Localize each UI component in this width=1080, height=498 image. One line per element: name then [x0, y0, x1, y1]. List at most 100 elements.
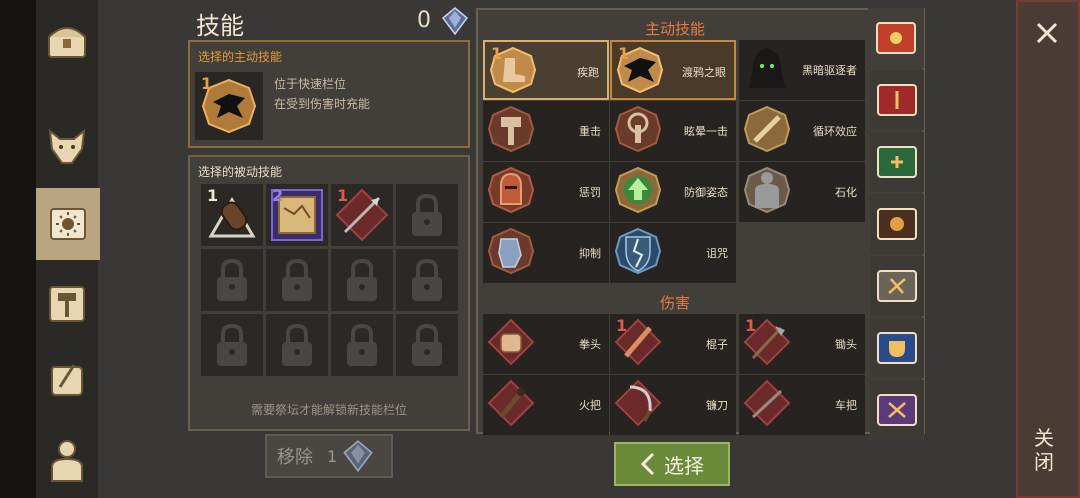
passive-slot[interactable]: 1 — [331, 184, 393, 246]
gauntlet-icon — [487, 227, 535, 275]
skill-heavy-strike[interactable]: 重击 — [483, 101, 609, 161]
nav-chest[interactable] — [36, 4, 98, 76]
chevron-left-icon — [640, 452, 655, 476]
page-title: 技能 — [196, 12, 244, 40]
handlebar-icon — [743, 379, 791, 427]
skill-label: 循环效应 — [813, 125, 857, 138]
selected-active-skill-panel: 选择的主动技能 1 位于快速栏位 在受到伤害时充能 — [188, 40, 470, 148]
selected-passive-skills-panel: 选择的被动技能 1 2 1 需要祭坛才能解锁新技能栏位 — [188, 155, 470, 431]
passive-slot[interactable]: 1 — [201, 184, 263, 246]
tab-skill-book-red[interactable] — [870, 70, 924, 130]
skill-hoe[interactable]: 1 锄头 — [739, 314, 865, 374]
locked-slot — [331, 314, 393, 376]
theater-mask-book-icon — [877, 332, 917, 364]
skill-torch[interactable]: 火把 — [483, 375, 609, 435]
cross-book-icon — [877, 146, 917, 178]
nav-wolf[interactable] — [36, 110, 98, 182]
tab-skill-book-purple[interactable] — [870, 380, 924, 440]
skill-punish[interactable]: 惩罚 — [483, 162, 609, 222]
skill-label: 防御姿态 — [684, 186, 728, 199]
left-edge — [0, 0, 36, 498]
tab-skill-book-blue[interactable] — [870, 318, 924, 378]
lock-icon — [217, 258, 247, 301]
remove-count: 1 — [327, 446, 338, 466]
category-nav — [36, 0, 100, 498]
active-slot-number: 1 — [201, 74, 213, 93]
close-label[interactable]: 关闭 — [1034, 426, 1058, 474]
skill-number: 1 — [616, 316, 628, 335]
skill-sickle[interactable]: 镰刀 — [610, 375, 736, 435]
skill-handlebar[interactable]: 车把 — [739, 375, 865, 435]
skill-label: 火把 — [579, 399, 601, 412]
torch-icon — [487, 379, 535, 427]
skill-cycle-effect[interactable]: 循环效应 — [739, 101, 865, 161]
sword-book-icon — [877, 84, 917, 116]
locked-slot — [201, 314, 263, 376]
skill-fist[interactable]: 拳头 — [483, 314, 609, 374]
locked-slot — [331, 249, 393, 311]
select-button[interactable]: 选择 — [614, 442, 730, 486]
crystal-gem-icon — [343, 440, 373, 473]
skill-sprint[interactable]: 1 疾跑 — [483, 40, 609, 100]
lock-icon — [347, 323, 377, 366]
passive-slot-number: 2 — [272, 186, 284, 205]
tab-skill-book-gray[interactable] — [870, 256, 924, 316]
skill-suppress[interactable]: 抑制 — [483, 223, 609, 283]
close-column[interactable] — [1016, 0, 1080, 498]
sun-book-icon — [876, 22, 916, 54]
active-skills-title: 主动技能 — [644, 20, 705, 38]
character-icon — [51, 440, 83, 482]
remove-button[interactable]: 移除 1 — [265, 434, 393, 478]
green-arrow-up-icon — [614, 166, 662, 214]
locked-slot — [201, 249, 263, 311]
skill-stun-strike[interactable]: 眩晕一击 — [610, 101, 736, 161]
chest-icon — [48, 27, 86, 58]
tab-skill-book-brown[interactable] — [870, 194, 924, 254]
close-icon[interactable] — [1030, 16, 1064, 50]
hammer-icon — [49, 286, 85, 322]
scroll-quill-icon — [51, 364, 83, 396]
select-label: 选择 — [664, 453, 704, 478]
locked-slot — [396, 314, 458, 376]
nav-skills[interactable] — [36, 188, 100, 260]
skill-defense-stance[interactable]: 防御姿态 — [610, 162, 736, 222]
skill-dark-banisher[interactable]: 黑暗驱逐者 — [739, 40, 865, 100]
skill-club[interactable]: 1 棍子 — [610, 314, 736, 374]
knight-helmet-icon — [487, 166, 535, 214]
skill-number: 1 — [745, 316, 757, 335]
stone-figure-icon — [743, 166, 791, 214]
crystal-gem-icon — [441, 7, 469, 36]
skill-label: 抑制 — [579, 247, 601, 260]
skill-label: 眩晕一击 — [684, 125, 728, 138]
skill-catalog: 主动技能 1 疾跑 1 渡鸦之眼 黑暗驱逐者 重击 眩晕一击 循环效应 惩罚 防… — [476, 8, 925, 435]
skill-label: 棍子 — [706, 338, 728, 351]
shield-crack-icon — [614, 227, 662, 275]
skill-raven-eye[interactable]: 1 渡鸦之眼 — [610, 40, 736, 100]
locked-slot — [396, 249, 458, 311]
passive-slot[interactable]: 2 — [266, 184, 328, 246]
locked-slot — [266, 249, 328, 311]
nav-craft[interactable] — [36, 268, 98, 340]
lock-icon — [412, 193, 442, 236]
unlock-note: 需要祭坛才能解锁新技能栏位 — [250, 403, 407, 417]
active-skill-slot[interactable]: 1 — [195, 72, 263, 140]
skill-book-icon — [50, 208, 86, 240]
nav-scroll[interactable] — [36, 344, 98, 416]
active-line-1: 位于快速栏位 — [274, 77, 347, 91]
mask-book-icon — [877, 208, 917, 240]
skill-number: 1 — [618, 44, 630, 63]
lock-icon — [347, 258, 377, 301]
locked-slot — [396, 184, 458, 246]
nav-character[interactable] — [36, 424, 98, 496]
passive-slot-number: 1 — [337, 186, 349, 205]
arrows-book-icon — [877, 394, 917, 426]
skill-label: 诅咒 — [706, 247, 728, 260]
active-panel-title: 选择的主动技能 — [198, 50, 283, 64]
tab-skill-book-green[interactable] — [870, 132, 924, 192]
currency-count: 0 — [417, 8, 431, 33]
skill-petrify[interactable]: 石化 — [739, 162, 865, 222]
skill-curse[interactable]: 诅咒 — [610, 223, 736, 283]
tab-skill-book-sun[interactable] — [868, 8, 924, 68]
lock-icon — [412, 323, 442, 366]
fist-icon — [487, 318, 535, 366]
